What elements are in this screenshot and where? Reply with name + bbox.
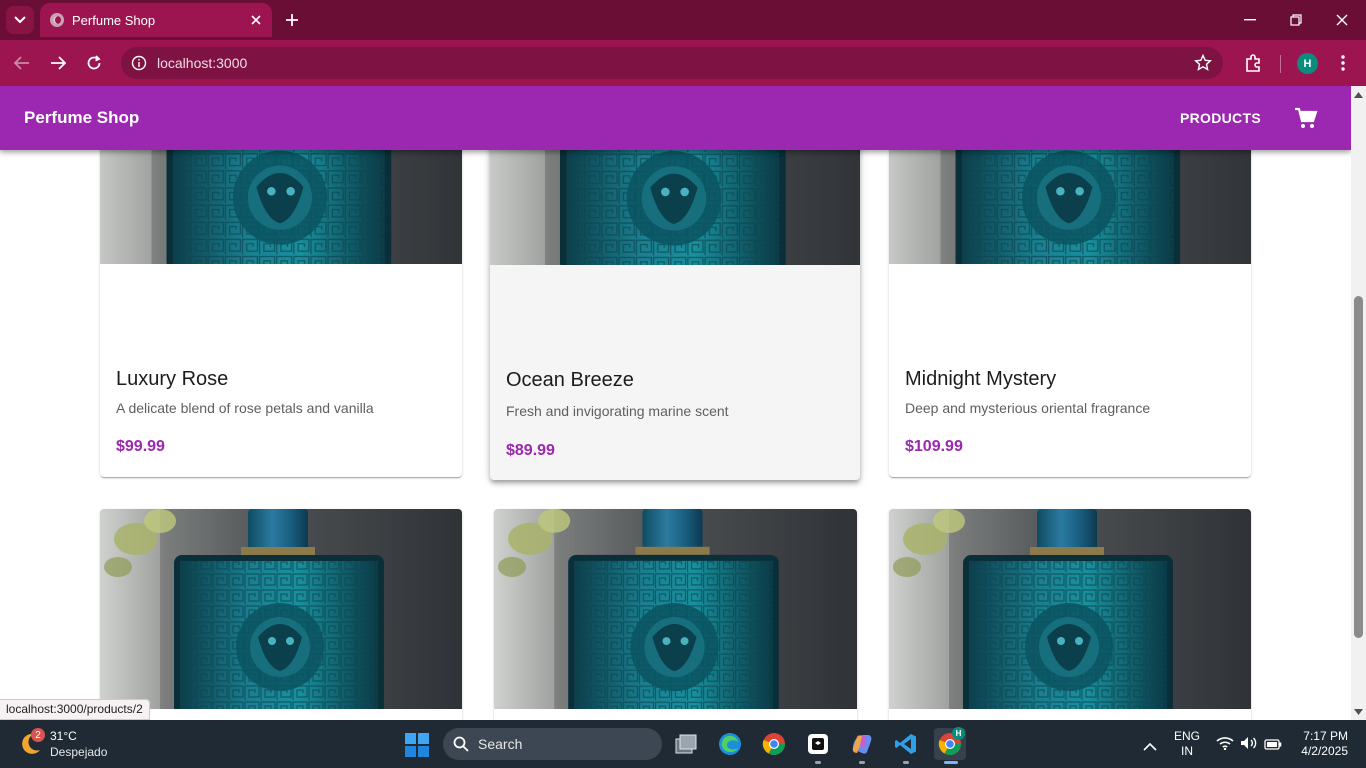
tab-title: Perfume Shop [72,13,156,28]
search-label: Search [478,736,523,752]
tray-overflow-button[interactable] [1143,738,1157,751]
chrome-icon [762,733,785,755]
browser-toolbar: localhost:3000 H [0,40,1366,86]
product-name: Luxury Rose [116,368,229,390]
weather-temperature: 31°C [50,729,77,743]
edge-icon [719,733,741,755]
globe-icon [50,13,64,27]
weather-condition: Despejado [50,745,108,759]
browser-menu-button[interactable] [1333,51,1353,75]
copilot-icon [852,735,872,754]
product-image [889,509,1251,709]
product-name: Ocean Breeze [506,369,634,391]
box-app-icon [808,734,828,754]
arrow-left-icon [14,56,29,70]
address-bar[interactable]: localhost:3000 [121,47,1223,79]
taskbar: 2 31°C Despejado Search H ENG IN 7:17 PM… [0,720,1366,768]
edge-app[interactable] [714,728,746,760]
puzzle-icon [1246,54,1260,72]
running-indicator [859,761,865,764]
taskbar-search[interactable]: Search [443,728,662,760]
minimize-icon [1244,19,1256,21]
link-status-bubble: localhost:3000/products/2 [0,699,150,720]
shopping-cart-icon [1295,107,1318,128]
product-price: $109.99 [905,438,963,455]
product-image [100,509,462,709]
clock-date: 4/2/2025 [1301,744,1348,758]
address-url: localhost:3000 [157,55,248,71]
kebab-menu-icon [1341,55,1345,71]
arrow-right-icon [51,56,66,70]
app-bar: Perfume Shop PRODUCTS [0,86,1351,150]
task-view-icon [675,734,697,754]
running-indicator [815,761,821,764]
toolbar-divider [1280,55,1281,73]
brand-title[interactable]: Perfume Shop [24,108,139,128]
wifi-icon[interactable] [1216,736,1234,755]
close-icon [251,15,261,25]
tab-search-button[interactable] [6,6,34,34]
close-window-button[interactable] [1322,6,1362,34]
forward-button[interactable] [44,49,72,77]
running-indicator [903,761,909,764]
vscode-app[interactable] [890,728,922,764]
running-indicator [944,761,958,764]
profile-avatar[interactable]: H [1297,53,1318,74]
copilot-app[interactable] [846,728,878,764]
restore-button[interactable] [1276,6,1316,34]
chrome-app-active[interactable]: H [934,727,966,764]
new-tab-button[interactable] [280,6,304,34]
scrollbar-thumb[interactable] [1354,296,1363,638]
language-code: ENG [1174,729,1201,743]
product-price: $89.99 [506,442,555,459]
product-name: Midnight Mystery [905,368,1057,390]
page-scrollbar[interactable] [1351,86,1366,720]
product-description: Fresh and invigorating marine scent [506,403,729,419]
start-button[interactable] [404,732,430,758]
site-info-icon[interactable] [131,55,147,71]
reload-icon [87,55,101,70]
weather-alert-badge: 2 [31,728,45,742]
product-card[interactable] [494,509,857,720]
clock-time: 7:17 PM [1303,729,1348,743]
plus-icon [286,14,298,26]
close-icon [1336,14,1348,26]
input-language[interactable]: ENG IN [1174,729,1200,759]
restore-icon [1290,14,1302,26]
products-nav-link[interactable]: PRODUCTS [1180,110,1261,126]
page-viewport: Perfume Shop PRODUCTS Luxury Rose A deli… [0,86,1351,720]
product-description: Deep and mysterious oriental fragrance [905,400,1151,416]
battery-icon[interactable] [1264,737,1282,755]
windows-logo-icon [405,733,429,757]
extensions-button[interactable] [1242,51,1266,75]
weather-widget[interactable]: 2 31°C Despejado [18,728,138,762]
reload-button[interactable] [80,49,108,77]
product-card[interactable] [889,509,1251,720]
profile-badge: H [952,727,965,740]
volume-icon[interactable] [1240,736,1258,755]
task-view-button[interactable] [670,728,702,760]
search-icon [453,736,469,752]
scroll-up-icon[interactable] [1354,90,1363,99]
chevron-up-icon [1143,742,1157,751]
cart-button[interactable] [1292,105,1320,131]
back-button[interactable] [8,49,36,77]
browser-tabstrip: Perfume Shop [0,0,1366,40]
tab-close-button[interactable] [246,10,266,30]
minimize-button[interactable] [1230,6,1270,34]
product-description: A delicate blend of rose petals and vani… [116,400,374,416]
system-clock[interactable]: 7:17 PM 4/2/2025 [1296,729,1348,759]
vscode-icon [895,734,916,754]
chevron-down-icon [14,16,26,24]
box-app[interactable] [802,728,834,764]
browser-tab[interactable]: Perfume Shop [40,3,272,37]
product-card[interactable] [100,509,462,720]
language-region: IN [1181,744,1193,758]
bookmark-star-icon[interactable] [1193,53,1213,73]
scroll-down-icon[interactable] [1354,707,1363,716]
product-image [494,509,857,709]
product-price: $99.99 [116,438,165,455]
chrome-app[interactable] [758,728,790,760]
